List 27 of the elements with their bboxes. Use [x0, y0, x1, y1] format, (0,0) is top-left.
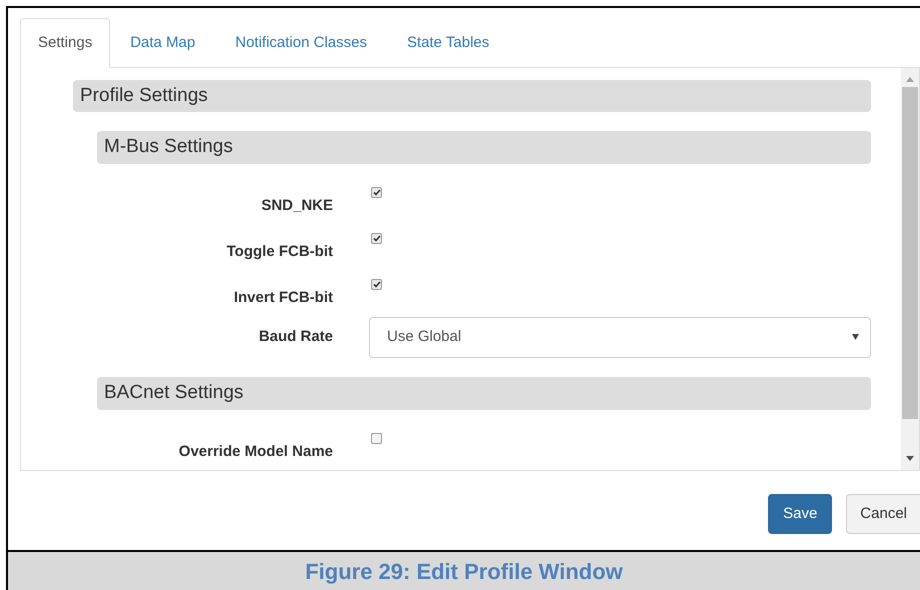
dropdown[interactable]: Use Global [369, 316, 871, 358]
cancel-button[interactable]: Cancel [846, 494, 920, 534]
field-label: Invert FCB-bit [232, 288, 334, 308]
tab[interactable]: Notification Classes [215, 18, 387, 68]
figure-caption: Figure 29: Edit Profile Window [305, 558, 623, 586]
save-button[interactable]: Save [768, 494, 832, 534]
checkbox[interactable] [371, 279, 382, 290]
field-label: Baud Rate [258, 326, 334, 347]
caret-icon [852, 334, 859, 340]
scrollbar[interactable] [901, 68, 919, 470]
section-header: M-Bus Settings [97, 131, 871, 164]
checkbox[interactable] [371, 187, 382, 198]
checkmark-icon [372, 189, 380, 196]
section-header: Profile Settings [73, 80, 871, 112]
field-label: SND_NKE [260, 196, 334, 216]
scrollbar-thumb[interactable] [902, 87, 918, 419]
tab[interactable]: Settings [20, 18, 110, 68]
section-header: BACnet Settings [97, 377, 871, 410]
scroll-down-icon[interactable] [906, 456, 914, 462]
field-label: Toggle FCB-bit [226, 242, 334, 262]
checkmark-icon [372, 281, 380, 288]
tab[interactable]: State Tables [386, 18, 510, 68]
field-label: Override Model Name [178, 442, 334, 462]
tab[interactable]: Data Map [110, 18, 216, 68]
checkbox[interactable] [371, 233, 382, 244]
checkmark-icon [372, 235, 380, 242]
checkbox[interactable] [371, 433, 382, 444]
